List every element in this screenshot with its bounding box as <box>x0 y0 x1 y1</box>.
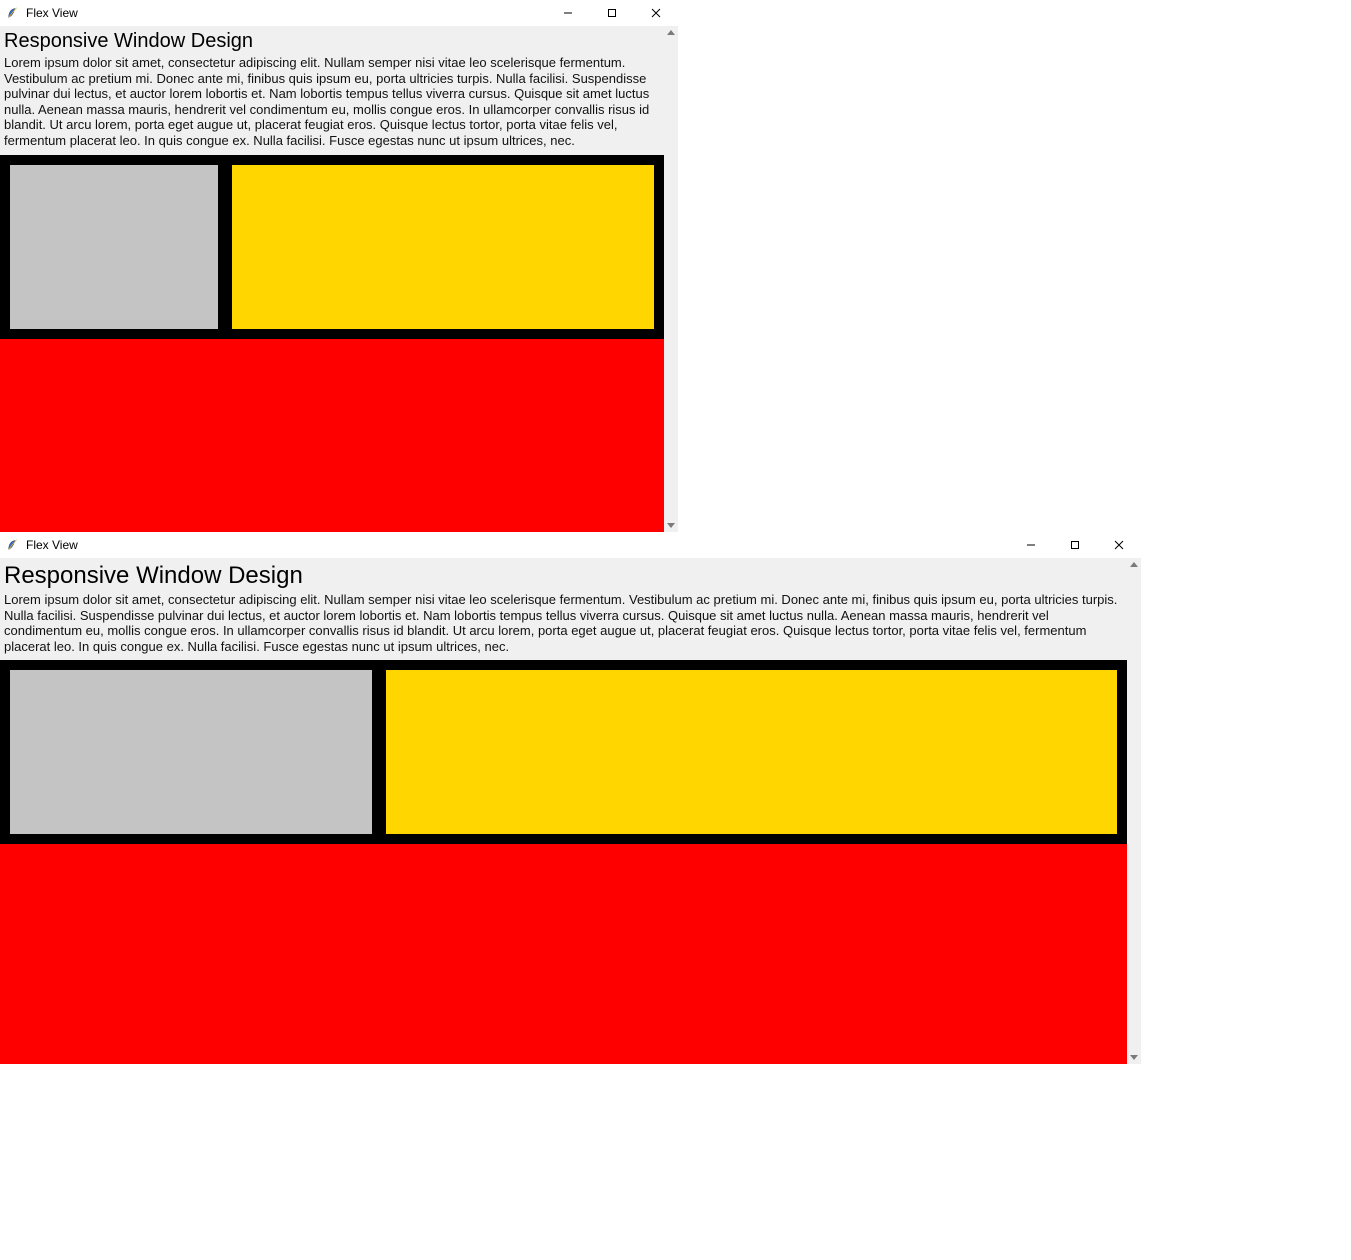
titlebar-left: Flex View <box>0 538 78 552</box>
page: Flex View Responsive Window Design Lorem… <box>0 0 1351 1064</box>
red-panel <box>0 844 1127 1064</box>
maximize-icon <box>607 8 617 18</box>
titlebar[interactable]: Flex View <box>0 532 1141 558</box>
app-icon <box>6 538 20 552</box>
red-panel <box>0 339 664 532</box>
minimize-button[interactable] <box>1009 532 1053 558</box>
grey-panel <box>10 165 218 329</box>
panels <box>0 660 1127 1064</box>
close-button[interactable] <box>634 0 678 26</box>
close-icon <box>651 8 661 18</box>
maximize-icon <box>1070 540 1080 550</box>
titlebar-left: Flex View <box>0 6 78 20</box>
panel-row-top <box>0 660 1127 844</box>
panel-row-top <box>0 155 664 339</box>
vertical-scrollbar[interactable] <box>1127 558 1141 1064</box>
window-title: Flex View <box>26 6 78 20</box>
page-title: Responsive Window Design <box>0 26 664 53</box>
scroll-down-icon <box>667 523 675 528</box>
close-button[interactable] <box>1097 532 1141 558</box>
minimize-icon <box>1026 540 1036 550</box>
yellow-panel <box>232 165 654 329</box>
maximize-button[interactable] <box>1053 532 1097 558</box>
client-area: Responsive Window Design Lorem ipsum dol… <box>0 558 1141 1064</box>
window-title: Flex View <box>26 538 78 552</box>
minimize-button[interactable] <box>546 0 590 26</box>
vertical-scrollbar[interactable] <box>664 26 678 532</box>
minimize-icon <box>563 8 573 18</box>
page-title: Responsive Window Design <box>0 558 1127 590</box>
close-icon <box>1114 540 1124 550</box>
app-window-wide: Flex View Responsive Window Design Lorem… <box>0 532 1141 1064</box>
content: Responsive Window Design Lorem ipsum dol… <box>0 26 664 532</box>
scroll-up-icon <box>1130 562 1138 567</box>
content: Responsive Window Design Lorem ipsum dol… <box>0 558 1127 1064</box>
panels <box>0 155 664 532</box>
client-area: Responsive Window Design Lorem ipsum dol… <box>0 26 678 532</box>
scroll-down-icon <box>1130 1055 1138 1060</box>
body-text: Lorem ipsum dolor sit amet, consectetur … <box>0 53 664 155</box>
app-window-narrow: Flex View Responsive Window Design Lorem… <box>0 0 678 532</box>
maximize-button[interactable] <box>590 0 634 26</box>
yellow-panel <box>386 670 1117 834</box>
body-text: Lorem ipsum dolor sit amet, consectetur … <box>0 590 1127 660</box>
titlebar[interactable]: Flex View <box>0 0 678 26</box>
scroll-up-icon <box>667 30 675 35</box>
app-icon <box>6 6 20 20</box>
grey-panel <box>10 670 372 834</box>
